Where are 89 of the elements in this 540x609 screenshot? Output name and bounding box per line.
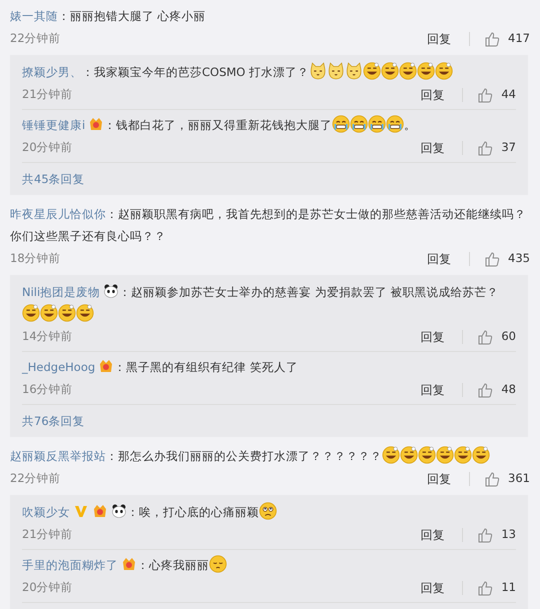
grin-emoji-icon bbox=[400, 446, 418, 464]
grin-emoji-icon bbox=[40, 304, 58, 322]
teary-emoji-icon bbox=[368, 115, 386, 133]
like-thumb-icon[interactable] bbox=[484, 471, 500, 487]
like-count: 361 bbox=[508, 470, 530, 488]
cat-emoji-icon bbox=[345, 62, 364, 80]
reply-button[interactable]: 回复 bbox=[423, 250, 456, 268]
username-link[interactable]: 锤锤更健康i bbox=[22, 118, 86, 132]
grin-emoji-icon bbox=[417, 62, 436, 80]
timestamp: 20分钟前 bbox=[22, 579, 74, 596]
timestamp: 22分钟前 bbox=[10, 470, 62, 488]
like-thumb-icon[interactable] bbox=[477, 527, 494, 543]
grin-emoji-icon bbox=[399, 62, 418, 80]
like-count: 13 bbox=[501, 526, 516, 544]
grin-emoji-icon bbox=[382, 446, 400, 464]
username-link[interactable]: 昨夜星辰儿恰似你 bbox=[10, 207, 106, 221]
comment-text: ：唉，打心底的心痛丽颖 bbox=[127, 505, 259, 519]
like-thumb-icon[interactable] bbox=[484, 251, 500, 267]
panda-icon bbox=[103, 283, 120, 299]
username-link[interactable]: Nili抱团是废物 bbox=[22, 285, 100, 299]
grin-emoji-icon bbox=[58, 304, 76, 322]
timestamp: 18分钟前 bbox=[10, 250, 62, 268]
teary-emoji-icon bbox=[386, 115, 404, 133]
like-count: 48 bbox=[501, 381, 516, 398]
like-thumb-icon[interactable] bbox=[477, 329, 494, 345]
username-link[interactable]: 手里的泡面糊炸了 bbox=[22, 558, 118, 572]
like-thumb-icon[interactable] bbox=[484, 31, 500, 47]
timestamp: 22分钟前 bbox=[10, 30, 62, 48]
medal-icon bbox=[92, 503, 108, 519]
cat-emoji-icon bbox=[309, 62, 328, 80]
cat-emoji-icon bbox=[327, 62, 346, 80]
grin-emoji-icon bbox=[418, 446, 436, 464]
like-count: 435 bbox=[508, 250, 530, 268]
comment-text: ：赵丽颖参加苏芒女士举办的慈善宴 为爱捐款罢了 被职黑说成给苏芒？ bbox=[119, 285, 499, 299]
username-link[interactable]: _HedgeHoog bbox=[22, 360, 96, 374]
grin-emoji-icon bbox=[381, 62, 400, 80]
more-replies-link[interactable]: 共45条回复 bbox=[22, 167, 85, 191]
comment-text: ：钱都白花了，丽丽又得重新花钱抱大腿了 bbox=[104, 118, 332, 132]
like-thumb-icon[interactable] bbox=[477, 140, 494, 156]
grin-emoji-icon bbox=[472, 446, 490, 464]
like-thumb-icon[interactable] bbox=[477, 87, 494, 103]
teary-emoji-icon bbox=[332, 115, 350, 133]
username-link[interactable]: 婊一其随 bbox=[10, 9, 58, 23]
reply-button[interactable]: 回复 bbox=[423, 30, 456, 48]
like-count: 11 bbox=[501, 579, 516, 596]
username-link[interactable]: 吹颖少女 bbox=[22, 505, 70, 519]
medal-icon bbox=[98, 358, 114, 374]
comment-text: ：丽丽抱错大腿了 心疼小丽 bbox=[58, 9, 206, 23]
reply-button[interactable]: 回复 bbox=[416, 381, 448, 399]
like-count: 417 bbox=[508, 30, 530, 48]
reply-button[interactable]: 回复 bbox=[416, 579, 448, 597]
timestamp: 14分钟前 bbox=[22, 328, 74, 346]
medal-icon bbox=[88, 116, 104, 132]
grin-emoji-icon bbox=[454, 446, 472, 464]
comment-text: ：那怎么办我们丽丽的公关费打水漂了？？？？？？ bbox=[106, 449, 382, 463]
timestamp: 21分钟前 bbox=[22, 86, 74, 104]
timestamp: 16分钟前 bbox=[22, 381, 74, 398]
reply-button[interactable]: 回复 bbox=[423, 470, 456, 488]
username-link[interactable]: 赵丽颖反黑举报站 bbox=[10, 449, 106, 463]
grin-emoji-icon bbox=[436, 446, 454, 464]
comment-text: ：赵丽颖职黑有病吧，我首先想到的是苏芒女士做的那些慈善活动还能继续吗？ bbox=[106, 207, 526, 221]
username-link[interactable]: 撩颖少男、 bbox=[22, 65, 82, 79]
like-thumb-icon[interactable] bbox=[477, 382, 494, 398]
comment-text: 。 bbox=[404, 118, 416, 132]
reply-button[interactable]: 回复 bbox=[416, 328, 448, 346]
reply-button[interactable]: 回复 bbox=[416, 526, 448, 544]
grin-emoji-icon bbox=[22, 304, 40, 322]
like-count: 60 bbox=[501, 328, 516, 346]
sad-emoji-icon bbox=[209, 555, 227, 573]
grin-emoji-icon bbox=[363, 62, 382, 80]
comment-text: 你们这些黑子还有良心吗？？ bbox=[10, 228, 167, 245]
reply-button[interactable]: 回复 bbox=[416, 86, 448, 104]
grin-emoji-icon bbox=[76, 304, 94, 322]
verified-v-icon bbox=[73, 503, 89, 519]
teary-emoji-icon bbox=[350, 115, 368, 133]
timestamp: 21分钟前 bbox=[22, 526, 74, 544]
grin-emoji-icon bbox=[435, 62, 454, 80]
comment-text: ：我家颖宝今年的芭莎COSMO 打水漂了？ bbox=[82, 65, 310, 79]
timestamp: 20分钟前 bbox=[22, 139, 74, 156]
frown-emoji-icon bbox=[259, 502, 277, 520]
reply-button[interactable]: 回复 bbox=[416, 139, 448, 157]
medal-icon bbox=[121, 556, 137, 572]
comment-text: ：心疼我丽丽 bbox=[137, 558, 209, 572]
like-count: 44 bbox=[501, 86, 516, 104]
like-count: 37 bbox=[501, 139, 516, 156]
more-replies-link[interactable]: 共76条回复 bbox=[22, 409, 85, 433]
panda-icon bbox=[111, 503, 127, 519]
comment-text: ：黑子黑的有组织有纪律 笑死人了 bbox=[114, 360, 298, 374]
like-thumb-icon[interactable] bbox=[477, 580, 494, 596]
